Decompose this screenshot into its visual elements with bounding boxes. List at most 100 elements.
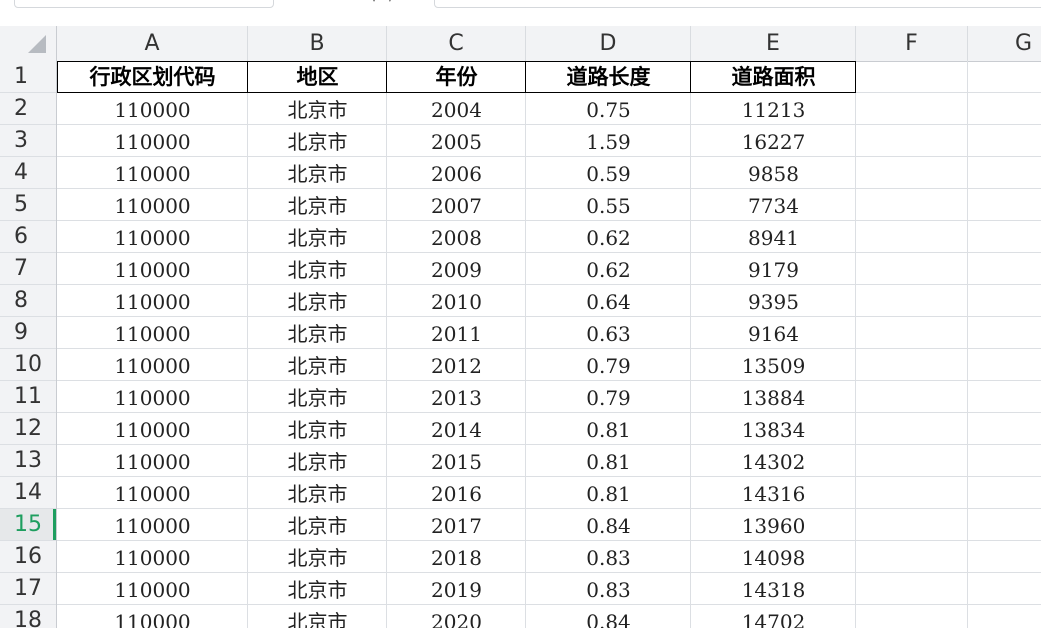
name-box[interactable] [14, 0, 274, 8]
data-cell[interactable]: 2010 [387, 285, 526, 317]
data-cell[interactable]: 14316 [691, 477, 856, 509]
data-cell[interactable]: 2018 [387, 541, 526, 573]
header-cell[interactable]: 道路长度 [526, 61, 691, 93]
data-cell[interactable]: 2012 [387, 349, 526, 381]
data-cell[interactable]: 14302 [691, 445, 856, 477]
data-cell[interactable]: 0.63 [526, 317, 691, 349]
data-cell[interactable]: 北京市 [248, 285, 387, 317]
data-cell[interactable]: 北京市 [248, 349, 387, 381]
data-cell[interactable]: 0.83 [526, 541, 691, 573]
data-cell[interactable]: 110000 [57, 573, 248, 605]
data-cell[interactable]: 2014 [387, 413, 526, 445]
data-cell[interactable]: 2006 [387, 157, 526, 189]
data-cell[interactable]: 0.84 [526, 605, 691, 628]
data-cell[interactable]: 0.81 [526, 477, 691, 509]
data-cell[interactable]: 2019 [387, 573, 526, 605]
header-cell[interactable]: 年份 [387, 61, 526, 93]
select-all-button[interactable] [0, 26, 57, 61]
data-cell[interactable]: 北京市 [248, 189, 387, 221]
header-cell[interactable]: 地区 [248, 61, 387, 93]
data-cell[interactable]: 110000 [57, 157, 248, 189]
column-header-c[interactable]: C [387, 26, 526, 61]
data-cell[interactable]: 14098 [691, 541, 856, 573]
data-cell[interactable]: 0.79 [526, 349, 691, 381]
data-cell[interactable]: 9395 [691, 285, 856, 317]
data-cell[interactable]: 北京市 [248, 253, 387, 285]
row-header-11[interactable]: 11 [0, 381, 56, 413]
data-cell[interactable]: 2017 [387, 509, 526, 541]
data-cell[interactable]: 110000 [57, 541, 248, 573]
data-cell[interactable]: 110000 [57, 445, 248, 477]
data-cell[interactable]: 2007 [387, 189, 526, 221]
data-cell[interactable]: 110000 [57, 509, 248, 541]
data-cell[interactable]: 0.81 [526, 445, 691, 477]
data-cell[interactable]: 北京市 [248, 445, 387, 477]
data-cell[interactable]: 北京市 [248, 413, 387, 445]
column-header-a[interactable]: A [57, 26, 248, 61]
dropdown-arrow-icon[interactable]: ▾ ▿ [371, 0, 396, 5]
column-header-b[interactable]: B [248, 26, 387, 61]
column-header-g[interactable]: G [968, 26, 1041, 61]
data-cell[interactable]: 110000 [57, 125, 248, 157]
row-header-2[interactable]: 2 [0, 93, 56, 125]
data-cell[interactable]: 14702 [691, 605, 856, 628]
data-cell[interactable]: 110000 [57, 221, 248, 253]
data-cell[interactable]: 北京市 [248, 221, 387, 253]
data-cell[interactable]: 0.79 [526, 381, 691, 413]
data-cell[interactable]: 2004 [387, 93, 526, 125]
data-cell[interactable]: 9164 [691, 317, 856, 349]
data-cell[interactable]: 110000 [57, 413, 248, 445]
data-cell[interactable]: 北京市 [248, 125, 387, 157]
data-cell[interactable]: 16227 [691, 125, 856, 157]
data-cell[interactable]: 0.55 [526, 189, 691, 221]
data-cell[interactable]: 13960 [691, 509, 856, 541]
row-header-10[interactable]: 10 [0, 349, 56, 381]
row-header-3[interactable]: 3 [0, 125, 56, 157]
row-header-4[interactable]: 4 [0, 157, 56, 189]
data-cell[interactable]: 0.62 [526, 253, 691, 285]
data-cell[interactable]: 110000 [57, 253, 248, 285]
data-cell[interactable]: 9179 [691, 253, 856, 285]
cell-grid[interactable]: 行政区划代码 地区 年份 道路长度 道路面积 110000 北京市 2004 0.75 11213… [57, 61, 1041, 628]
data-cell[interactable]: 110000 [57, 189, 248, 221]
column-header-f[interactable]: F [856, 26, 968, 61]
row-header-18[interactable]: 18 [0, 605, 56, 628]
row-header-15[interactable]: 15 [0, 509, 56, 541]
row-header-5[interactable]: 5 [0, 189, 56, 221]
data-cell[interactable]: 7734 [691, 189, 856, 221]
row-header-7[interactable]: 7 [0, 253, 56, 285]
data-cell[interactable]: 13509 [691, 349, 856, 381]
data-cell[interactable]: 北京市 [248, 317, 387, 349]
data-cell[interactable]: 北京市 [248, 573, 387, 605]
data-cell[interactable]: 北京市 [248, 157, 387, 189]
column-header-e[interactable]: E [691, 26, 856, 61]
formula-input[interactable] [434, 0, 1041, 8]
data-cell[interactable]: 北京市 [248, 605, 387, 628]
row-header-12[interactable]: 12 [0, 413, 56, 445]
data-cell[interactable]: 北京市 [248, 509, 387, 541]
header-cell[interactable]: 道路面积 [691, 61, 856, 93]
data-cell[interactable]: 北京市 [248, 93, 387, 125]
row-header-6[interactable]: 6 [0, 221, 56, 253]
row-header-1[interactable]: 1 [0, 61, 56, 93]
data-cell[interactable]: 2005 [387, 125, 526, 157]
data-cell[interactable]: 1.59 [526, 125, 691, 157]
header-cell[interactable]: 行政区划代码 [57, 61, 248, 93]
row-header-16[interactable]: 16 [0, 541, 56, 573]
column-header-d[interactable]: D [526, 26, 691, 61]
data-cell[interactable]: 2020 [387, 605, 526, 628]
data-cell[interactable]: 110000 [57, 381, 248, 413]
data-cell[interactable]: 110000 [57, 349, 248, 381]
data-cell[interactable]: 0.75 [526, 93, 691, 125]
data-cell[interactable]: 北京市 [248, 477, 387, 509]
data-cell[interactable]: 北京市 [248, 381, 387, 413]
data-cell[interactable]: 110000 [57, 605, 248, 628]
data-cell[interactable]: 110000 [57, 317, 248, 349]
data-cell[interactable]: 北京市 [248, 541, 387, 573]
row-header-9[interactable]: 9 [0, 317, 56, 349]
data-cell[interactable]: 2016 [387, 477, 526, 509]
data-cell[interactable]: 13884 [691, 381, 856, 413]
data-cell[interactable]: 0.84 [526, 509, 691, 541]
data-cell[interactable]: 13834 [691, 413, 856, 445]
data-cell[interactable]: 0.64 [526, 285, 691, 317]
